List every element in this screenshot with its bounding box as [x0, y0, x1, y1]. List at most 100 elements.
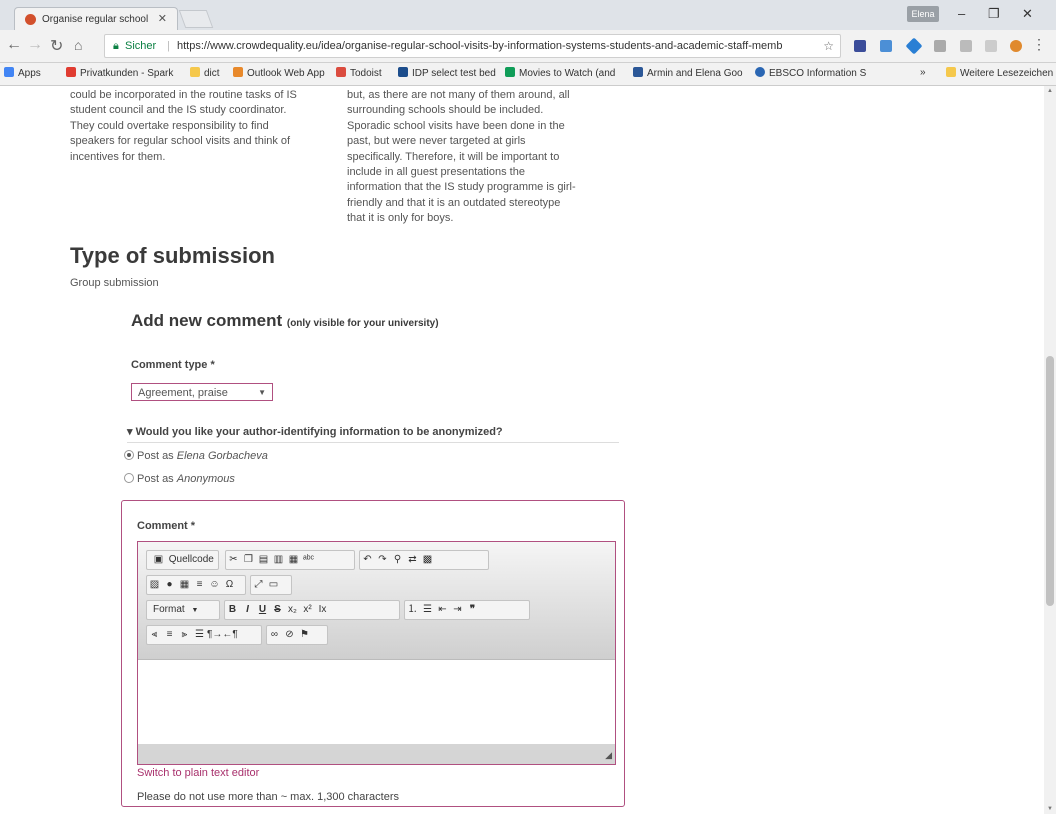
- extension-icon[interactable]: [934, 40, 946, 52]
- undo-icon[interactable]: ↶: [360, 551, 375, 569]
- bookmarks-overflow[interactable]: »: [920, 67, 926, 78]
- remove-format-icon[interactable]: Ix: [315, 601, 330, 619]
- rtl-icon[interactable]: ←¶: [222, 626, 237, 644]
- page-content: could be incorporated in the routine tas…: [0, 86, 1044, 814]
- bookmark-item[interactable]: Movies to Watch (and: [505, 67, 615, 79]
- bold-icon[interactable]: B: [225, 601, 240, 619]
- bank-icon: [66, 67, 76, 77]
- page-scrollbar[interactable]: ▲ ▼: [1044, 86, 1056, 814]
- clipboard-group: ✂ ❐ ▤ ▥ ▦ ᵃᵇᶜ: [225, 550, 355, 570]
- flash-icon[interactable]: ●: [162, 576, 177, 594]
- bookmark-item[interactable]: dict: [190, 67, 220, 79]
- superscript-icon[interactable]: x²: [300, 601, 315, 619]
- address-bar[interactable]: 🔒︎ Sicher | https://www.crowdequality.eu…: [104, 34, 841, 58]
- forward-icon[interactable]: →: [27, 36, 43, 54]
- blockquote-icon[interactable]: ❞: [465, 601, 480, 619]
- table-icon[interactable]: ▦: [177, 576, 192, 594]
- underline-icon[interactable]: U: [255, 601, 270, 619]
- bookmark-item[interactable]: Todoist: [336, 67, 382, 79]
- dropbox-icon[interactable]: [905, 37, 923, 55]
- bookmark-item[interactable]: IDP select test bed: [398, 67, 496, 79]
- home-icon[interactable]: ⌂: [74, 37, 82, 53]
- comment-type-label: Comment type *: [131, 359, 215, 371]
- chevron-down-icon: ▼: [258, 388, 266, 397]
- subscript-icon[interactable]: x₂: [285, 601, 300, 619]
- reload-icon[interactable]: ↻: [50, 36, 63, 56]
- new-tab-button[interactable]: [178, 10, 214, 28]
- extension-icon[interactable]: [1010, 40, 1022, 52]
- select-all-icon[interactable]: ▩: [420, 551, 435, 569]
- redo-icon[interactable]: ↷: [375, 551, 390, 569]
- find-icon[interactable]: ⚲: [390, 551, 405, 569]
- justify-icon[interactable]: ☰: [192, 626, 207, 644]
- anonymize-toggle[interactable]: ▾ Would you like your author-identifying…: [127, 425, 619, 443]
- paste-text-icon[interactable]: ▥: [271, 551, 286, 569]
- italic-icon[interactable]: I: [240, 601, 255, 619]
- edit-group: ↶ ↷ ⚲ ⇄ ▩: [359, 550, 489, 570]
- show-blocks-icon[interactable]: ▭: [266, 576, 281, 594]
- bookmark-item[interactable]: Privatkunden - Spark: [66, 67, 173, 79]
- profile-badge[interactable]: Elena: [907, 6, 939, 22]
- secure-label: Sicher: [125, 40, 157, 52]
- browser-tab[interactable]: Organise regular school ✕: [14, 7, 178, 31]
- replace-icon[interactable]: ⇄: [405, 551, 420, 569]
- bookmark-star-icon[interactable]: ☆: [823, 35, 834, 57]
- link-icon[interactable]: ∞: [267, 626, 282, 644]
- link-group: ∞ ⊘ ⚑: [266, 625, 328, 645]
- scroll-thumb[interactable]: [1046, 356, 1054, 606]
- switch-editor-link[interactable]: Switch to plain text editor: [137, 767, 259, 779]
- extension-icon[interactable]: [854, 40, 866, 52]
- unlink-icon[interactable]: ⊘: [282, 626, 297, 644]
- indent-icon[interactable]: ⇥: [450, 601, 465, 619]
- close-window-icon[interactable]: ✕: [1022, 6, 1033, 22]
- bookmark-item[interactable]: Outlook Web App: [233, 67, 325, 79]
- resize-handle-icon[interactable]: ◢: [605, 750, 612, 761]
- bookmark-item[interactable]: Armin and Elena Goo: [633, 67, 743, 79]
- add-comment-heading: Add new comment (only visible for your u…: [131, 311, 439, 330]
- horizontal-rule-icon[interactable]: ≡: [192, 576, 207, 594]
- restore-icon[interactable]: ❐: [988, 6, 1000, 22]
- paste-word-icon[interactable]: ▦: [286, 551, 301, 569]
- sheets-icon: [505, 67, 515, 77]
- ltr-icon[interactable]: ¶→: [207, 626, 222, 644]
- bookmark-apps[interactable]: Apps: [4, 67, 41, 79]
- special-char-icon[interactable]: Ω: [222, 576, 237, 594]
- image-icon[interactable]: ▨: [147, 576, 162, 594]
- tab-close-icon[interactable]: ✕: [158, 8, 167, 31]
- align-left-icon[interactable]: ⫷: [147, 626, 162, 644]
- minimize-icon[interactable]: –: [958, 6, 965, 21]
- outdent-icon[interactable]: ⇤: [435, 601, 450, 619]
- post-as-anonymous-radio[interactable]: Post as Anonymous: [124, 473, 235, 485]
- calendar-icon: [633, 67, 643, 77]
- editor-text-area[interactable]: [138, 660, 615, 744]
- extension-icon[interactable]: [985, 40, 997, 52]
- format-dropdown[interactable]: Format ▼: [146, 600, 220, 620]
- scroll-down-icon[interactable]: ▼: [1047, 806, 1053, 812]
- bulleted-list-icon[interactable]: ☰: [420, 601, 435, 619]
- align-right-icon[interactable]: ⫸: [177, 626, 192, 644]
- source-button[interactable]: ▣ Quellcode: [146, 550, 219, 570]
- editor-toolbar: ▣ Quellcode ✂ ❐ ▤ ▥ ▦ ᵃᵇᶜ ↶ ↷ ⚲ ⇄ ▩ ▨ ● ▦ ≡ ☺ Ω ⤢ ▭ For…: [138, 542, 615, 660]
- bookmark-item[interactable]: EBSCO Information S: [755, 67, 866, 79]
- spellcheck-icon[interactable]: ᵃᵇᶜ: [301, 551, 316, 569]
- align-center-icon[interactable]: ≡: [162, 626, 177, 644]
- post-as-name-radio[interactable]: Post as Elena Gorbacheva: [124, 450, 268, 462]
- comment-type-select[interactable]: Agreement, praise ▼: [131, 383, 273, 401]
- numbered-list-icon[interactable]: ⒈: [405, 601, 420, 619]
- copy-icon[interactable]: ❐: [241, 551, 256, 569]
- todoist-icon: [336, 67, 346, 77]
- cut-icon[interactable]: ✂: [226, 551, 241, 569]
- back-icon[interactable]: ←: [6, 36, 22, 54]
- strike-icon[interactable]: S: [270, 601, 285, 619]
- scroll-up-icon[interactable]: ▲: [1047, 88, 1053, 94]
- bookmark-other[interactable]: Weitere Lesezeichen: [946, 67, 1053, 79]
- extension-icon[interactable]: [880, 40, 892, 52]
- maximize-icon[interactable]: ⤢: [251, 576, 266, 594]
- chrome-menu-icon[interactable]: ⋮: [1032, 36, 1046, 53]
- smiley-icon[interactable]: ☺: [207, 576, 222, 594]
- insert-group: ▨ ● ▦ ≡ ☺ Ω: [146, 575, 246, 595]
- anchor-flag-icon[interactable]: ⚑: [297, 626, 312, 644]
- extension-icon[interactable]: [960, 40, 972, 52]
- list-group: ⒈ ☰ ⇤ ⇥ ❞: [404, 600, 530, 620]
- paste-icon[interactable]: ▤: [256, 551, 271, 569]
